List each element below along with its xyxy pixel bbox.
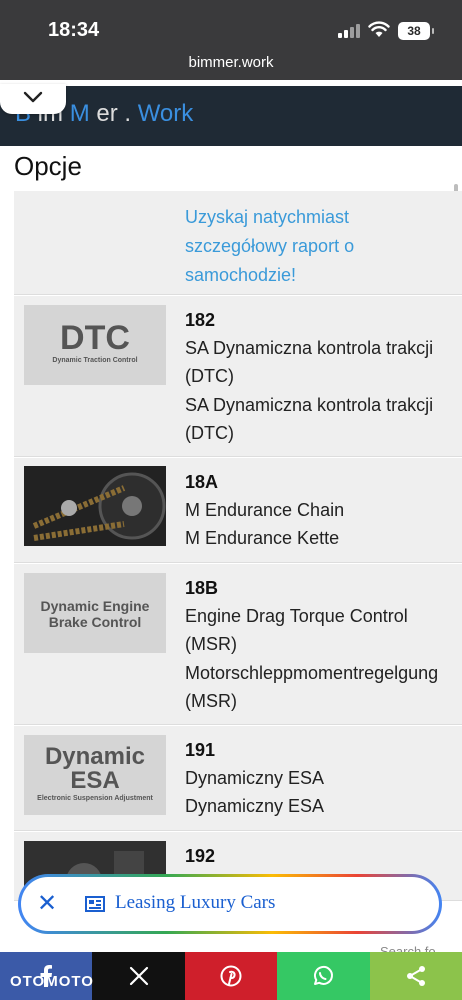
option-code: 182	[185, 310, 216, 330]
cellular-signal-icon	[338, 24, 362, 38]
leasing-label: Leasing Luxury Cars	[115, 892, 276, 913]
option-text: Engine Drag Torque Control	[185, 606, 408, 626]
x-icon	[129, 966, 148, 986]
option-text: M Endurance Kette	[185, 528, 340, 548]
pinterest-icon	[220, 965, 242, 987]
option-thumbnail-esa: Dynamic ESA Electronic Suspension Adjust…	[24, 735, 166, 815]
brand-logo: OTOMOTO	[10, 973, 94, 990]
option-text: Dynamiczny ESA	[185, 768, 325, 788]
option-code: 18B	[185, 578, 219, 598]
list-item[interactable]: 18A M Endurance Chain M Endurance Kette	[14, 457, 462, 563]
list-item[interactable]: Dynamic Engine Brake Control 18B Engine …	[14, 563, 462, 725]
newspaper-icon	[85, 896, 105, 912]
option-code: 18A	[185, 472, 219, 492]
option-text: (MSR)	[185, 691, 237, 711]
option-text: Motorschleppmomentregelgung	[185, 663, 439, 683]
report-promo-link[interactable]: Uzyskaj natychmiast szczegółowy raport o…	[185, 203, 445, 290]
page-title: Opcje	[14, 151, 82, 181]
status-time: 18:34	[48, 19, 100, 41]
option-text: Dynamiczny ESA	[185, 796, 325, 816]
status-bar: 18:34 38 bimmer.work	[0, 0, 462, 86]
collapse-toolbar-button[interactable]	[0, 84, 66, 114]
option-text: M Endurance Chain	[185, 500, 345, 520]
option-thumbnail-dtc: DTC Dynamic Traction Control	[24, 305, 166, 385]
option-text: (DTC)	[185, 366, 234, 386]
pinterest-share-button[interactable]	[184, 952, 278, 1000]
option-code: 191	[185, 740, 216, 760]
option-text: SA Dynamiczna kontrola trakcji	[185, 338, 434, 358]
option-text: (DTC)	[185, 423, 234, 443]
chevron-down-icon	[23, 91, 43, 103]
list-item[interactable]: Dynamic ESA Electronic Suspension Adjust…	[14, 725, 462, 831]
option-text: (MSR)	[185, 634, 237, 654]
whatsapp-icon	[314, 965, 334, 985]
whatsapp-share-button[interactable]	[277, 952, 370, 1000]
leasing-banner[interactable]: ✕ Leasing Luxury Cars	[18, 874, 442, 934]
option-text: SA Dynamiczna kontrola trakcji	[185, 395, 434, 415]
address-bar-url[interactable]: bimmer.work	[0, 54, 462, 71]
x-share-button[interactable]	[92, 952, 185, 1000]
wifi-icon	[368, 21, 390, 37]
share-button[interactable]	[369, 952, 462, 1000]
option-thumbnail-chain-photo	[24, 466, 166, 546]
site-header: B im M er . Work	[0, 80, 462, 146]
options-list: Uzyskaj natychmiast szczegółowy raport o…	[14, 191, 462, 901]
option-code: 192	[185, 846, 216, 866]
list-item[interactable]: DTC Dynamic Traction Control 182 SA Dyna…	[14, 295, 462, 457]
close-icon[interactable]: ✕	[37, 891, 57, 917]
battery-indicator: 38	[398, 22, 434, 40]
promo-row: Uzyskaj natychmiast szczegółowy raport o…	[14, 191, 462, 295]
option-thumbnail-engine-brake: Dynamic Engine Brake Control	[24, 573, 166, 653]
share-icon	[406, 966, 425, 986]
